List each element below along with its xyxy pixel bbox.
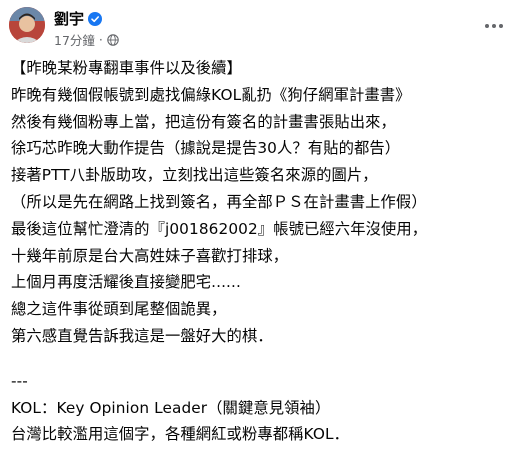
post-line: 徐巧芯昨晚大動作提告（據說是提告30人？有貼的都告） — [11, 139, 401, 158]
post-line: 第六感直覺告訴我這是一盤好大的棋． — [11, 326, 273, 345]
post-line: 接著PTT八卦版助攻，立刻找出這些簽名來源的圖片， — [11, 166, 378, 185]
post-time[interactable]: 17分鐘 — [54, 30, 95, 49]
avatar[interactable] — [9, 7, 45, 43]
post-line: 總之這件事從頭到尾整個詭異， — [11, 300, 227, 319]
post-line: KOL：Key Opinion Leader（關鍵意見領袖） — [11, 398, 331, 417]
author-name[interactable]: 劉宇 — [54, 8, 84, 29]
avatar-image — [9, 7, 45, 43]
post-meta: 17分鐘 · — [54, 30, 119, 49]
author-row: 劉宇 — [54, 8, 103, 29]
post-body: 【昨晚某粉專翻車事件以及後續】 昨晚有幾個假帳號到處找偏綠KOL亂扔《狗仔網軍計… — [11, 55, 511, 448]
verified-badge-icon — [88, 11, 103, 26]
divider-text: --- — [11, 371, 28, 390]
globe-icon[interactable] — [107, 33, 119, 46]
post-line: 上個月再度活耀後直接變肥宅...... — [11, 273, 241, 292]
post-line: 台灣比較濫用這個字，各種網紅或粉專都稱KOL． — [11, 425, 349, 444]
post-line: （所以是先在網路上找到簽名，再全部ＰＳ在計畫書上作假） — [11, 192, 427, 211]
post-line: 【昨晚某粉專翻車事件以及後續】 — [11, 59, 242, 77]
post-line: 昨晚有幾個假帳號到處找偏綠KOL亂扔《狗仔網軍計畫書》 — [11, 85, 411, 104]
post-line: 十幾年前原是台大高姓妹子喜歡打排球， — [11, 246, 289, 265]
post-line: 然後有幾個粉專上當，把這份有簽名的計畫書張貼出來， — [11, 112, 396, 131]
more-options-button[interactable] — [478, 10, 510, 42]
post-line: 最後這位幫忙澄清的『j001862002』帳號已經六年沒使用， — [11, 219, 428, 238]
facebook-post: 劉宇 17分鐘 · 【昨晚某粉專翻車事件以及後續】 昨晚有幾個假帳號到處找偏綠K… — [0, 0, 518, 474]
more-options-icon — [485, 24, 503, 28]
post-header: 劉宇 17分鐘 · — [0, 0, 518, 52]
meta-separator: · — [98, 32, 103, 47]
